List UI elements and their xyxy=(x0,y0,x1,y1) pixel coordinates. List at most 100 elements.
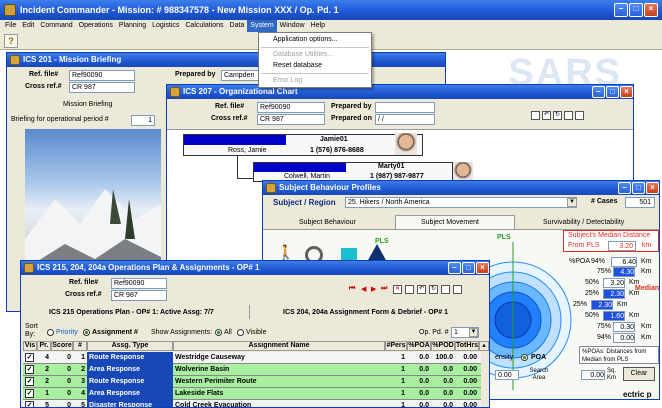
export-icon[interactable] xyxy=(453,285,462,294)
menu-calculations[interactable]: Calculations xyxy=(182,20,226,32)
close-icon[interactable]: × xyxy=(646,182,659,194)
poa-radio[interactable] xyxy=(521,354,528,361)
menu-help[interactable]: Help xyxy=(308,20,328,32)
cross-ref-field[interactable]: CR 987 xyxy=(257,114,325,125)
nav-last-icon[interactable]: ⏭ xyxy=(381,285,387,293)
close-icon[interactable]: × xyxy=(644,3,658,17)
prepared-on-field[interactable]: / / xyxy=(375,114,435,125)
col-vis[interactable]: Vis xyxy=(23,341,37,351)
undo-icon[interactable]: ↶ xyxy=(542,111,551,120)
col-score[interactable]: Score xyxy=(51,341,73,351)
prepared-by-field[interactable] xyxy=(375,102,435,113)
help-icon[interactable]: ? xyxy=(4,34,18,48)
table-row[interactable]: ✓ 1 0 4 Area Response Lakeside Flats 1 0.0 0.0 0.… xyxy=(23,388,481,400)
op-pd-label: Op. Pd. # xyxy=(419,329,449,336)
cell-pod: 0.0 xyxy=(443,378,453,385)
visible-checkbox[interactable]: ✓ xyxy=(25,365,34,374)
tab-subject-movement[interactable]: Subject Movement xyxy=(421,219,479,226)
cell-pr: 2 xyxy=(45,366,49,373)
tab-separator xyxy=(249,305,250,319)
close-icon[interactable]: × xyxy=(476,262,489,274)
minimize-icon[interactable]: – xyxy=(448,262,461,274)
cell-poa: 0.0 xyxy=(419,354,429,361)
col-pers[interactable]: #Pers xyxy=(385,341,407,351)
export-icon[interactable] xyxy=(575,111,584,120)
ref-file-field[interactable]: Ref90090 xyxy=(111,278,167,289)
save-icon[interactable] xyxy=(531,111,540,120)
table-row[interactable]: ✓ 2 0 2 Area Response Wolverine Basin 1 0.0 0.0 0… xyxy=(23,364,481,376)
median-from: From PLS xyxy=(568,242,600,249)
print-icon[interactable] xyxy=(564,111,573,120)
ref-file-field[interactable]: Ref90090 xyxy=(69,70,135,81)
tab-ics215[interactable]: ICS 215 Operations Plan - OP# 1: Active … xyxy=(49,309,214,316)
tab-survivability[interactable]: Survivability / Detectability xyxy=(543,219,624,226)
sort-assignment-radio[interactable] xyxy=(83,329,90,336)
menu-file[interactable]: File xyxy=(2,20,19,32)
save-icon[interactable] xyxy=(405,285,414,294)
nav-prev-icon[interactable]: ◀ xyxy=(361,285,366,293)
ring-value: 3.20 xyxy=(603,278,625,288)
org-card-marty[interactable]: Marty01 Colwell, Martin 1 (987) 987-9877 xyxy=(253,162,453,182)
table-row[interactable]: ✓ 5 0 5 Disaster Response Cold Creek Evacuati… xyxy=(23,400,481,408)
menu-logistics[interactable]: Logistics xyxy=(149,20,182,32)
col-pr[interactable]: Pr. xyxy=(37,341,51,351)
nav-next-icon[interactable]: ▶ xyxy=(371,285,376,293)
table-row[interactable]: ✓ 4 0 1 Route Response Westridge Causeway 1 0.0… xyxy=(23,352,481,364)
show-all-radio[interactable] xyxy=(215,329,222,336)
cell-hrs: 0.00 xyxy=(463,366,477,373)
refresh-icon[interactable]: ↻ xyxy=(429,285,438,294)
chevron-down-icon[interactable]: ▼ xyxy=(567,198,577,207)
nav-first-icon[interactable]: ⏮ xyxy=(349,285,355,293)
clear-button[interactable]: Clear xyxy=(623,367,655,381)
maximize-icon[interactable]: □ xyxy=(629,3,643,17)
menu-operations[interactable]: Operations xyxy=(76,20,116,32)
delete-icon[interactable]: ✕ xyxy=(393,285,402,294)
col-num[interactable]: # xyxy=(73,341,87,351)
tab-ics204[interactable]: ICS 204, 204a Assignment Form & Debrief … xyxy=(283,309,448,316)
menu-command[interactable]: Command xyxy=(37,20,75,32)
maximize-icon[interactable]: □ xyxy=(632,182,645,194)
maximize-icon[interactable]: □ xyxy=(462,262,475,274)
ref-file-field[interactable]: Ref90090 xyxy=(257,102,325,113)
menu-data[interactable]: Data xyxy=(227,20,248,32)
minimize-icon[interactable]: – xyxy=(618,182,631,194)
cell-pr: 5 xyxy=(45,402,49,408)
visible-checkbox[interactable]: ✓ xyxy=(25,353,34,362)
menu-system[interactable]: System xyxy=(247,20,277,32)
visible-checkbox[interactable]: ✓ xyxy=(25,389,34,398)
cell-num: 3 xyxy=(81,378,85,385)
menu-planning[interactable]: Planning xyxy=(116,20,149,32)
col-assignment-name[interactable]: Assignment Name xyxy=(173,341,385,351)
col-poa[interactable]: %POA xyxy=(407,341,431,351)
col-tothrs[interactable]: TotHrs xyxy=(455,341,479,351)
subject-region-select[interactable]: 25. Hikers / North America xyxy=(345,197,577,208)
undo-icon[interactable]: ↶ xyxy=(417,285,426,294)
scroll-up-icon[interactable]: ▲ xyxy=(479,341,489,351)
menu-reset-database[interactable]: Reset database xyxy=(273,62,322,69)
briefing-period-field[interactable]: 1 xyxy=(131,115,155,126)
maximize-icon[interactable]: □ xyxy=(606,86,619,98)
menu-edit[interactable]: Edit xyxy=(19,20,37,32)
col-assg-type[interactable]: Assg. Type xyxy=(87,341,173,351)
cell-name: Cold Creek Evacuation xyxy=(175,402,252,408)
menu-window[interactable]: Window xyxy=(277,20,308,32)
org-card-jamie[interactable]: Jamie01 Ross, Jamie 1 (576) 876-8688 xyxy=(183,134,423,156)
refresh-icon[interactable]: ↻ xyxy=(553,111,562,120)
cross-ref-field[interactable]: CR 987 xyxy=(69,82,135,93)
chevron-down-icon[interactable]: ▼ xyxy=(469,328,478,337)
show-visible-label: Visible xyxy=(246,329,267,336)
visible-checkbox[interactable]: ✓ xyxy=(25,401,34,407)
col-pod[interactable]: %POD xyxy=(431,341,455,351)
minimize-icon[interactable]: – xyxy=(614,3,628,17)
show-visible-radio[interactable] xyxy=(237,329,244,336)
mission-briefing-tab[interactable]: Mission Briefing xyxy=(63,101,112,108)
menu-application-options[interactable]: Application options... xyxy=(273,36,338,43)
close-icon[interactable]: × xyxy=(620,86,633,98)
minimize-icon[interactable]: – xyxy=(592,86,605,98)
tab-subject-behaviour[interactable]: Subject Behaviour xyxy=(299,219,356,226)
table-row[interactable]: ✓ 2 0 3 Route Response Western Perimiter Rout… xyxy=(23,376,481,388)
sort-priority-radio[interactable] xyxy=(47,329,54,336)
visible-checkbox[interactable]: ✓ xyxy=(25,377,34,386)
cross-ref-field[interactable]: CR 987 xyxy=(111,290,167,301)
print-icon[interactable] xyxy=(441,285,450,294)
